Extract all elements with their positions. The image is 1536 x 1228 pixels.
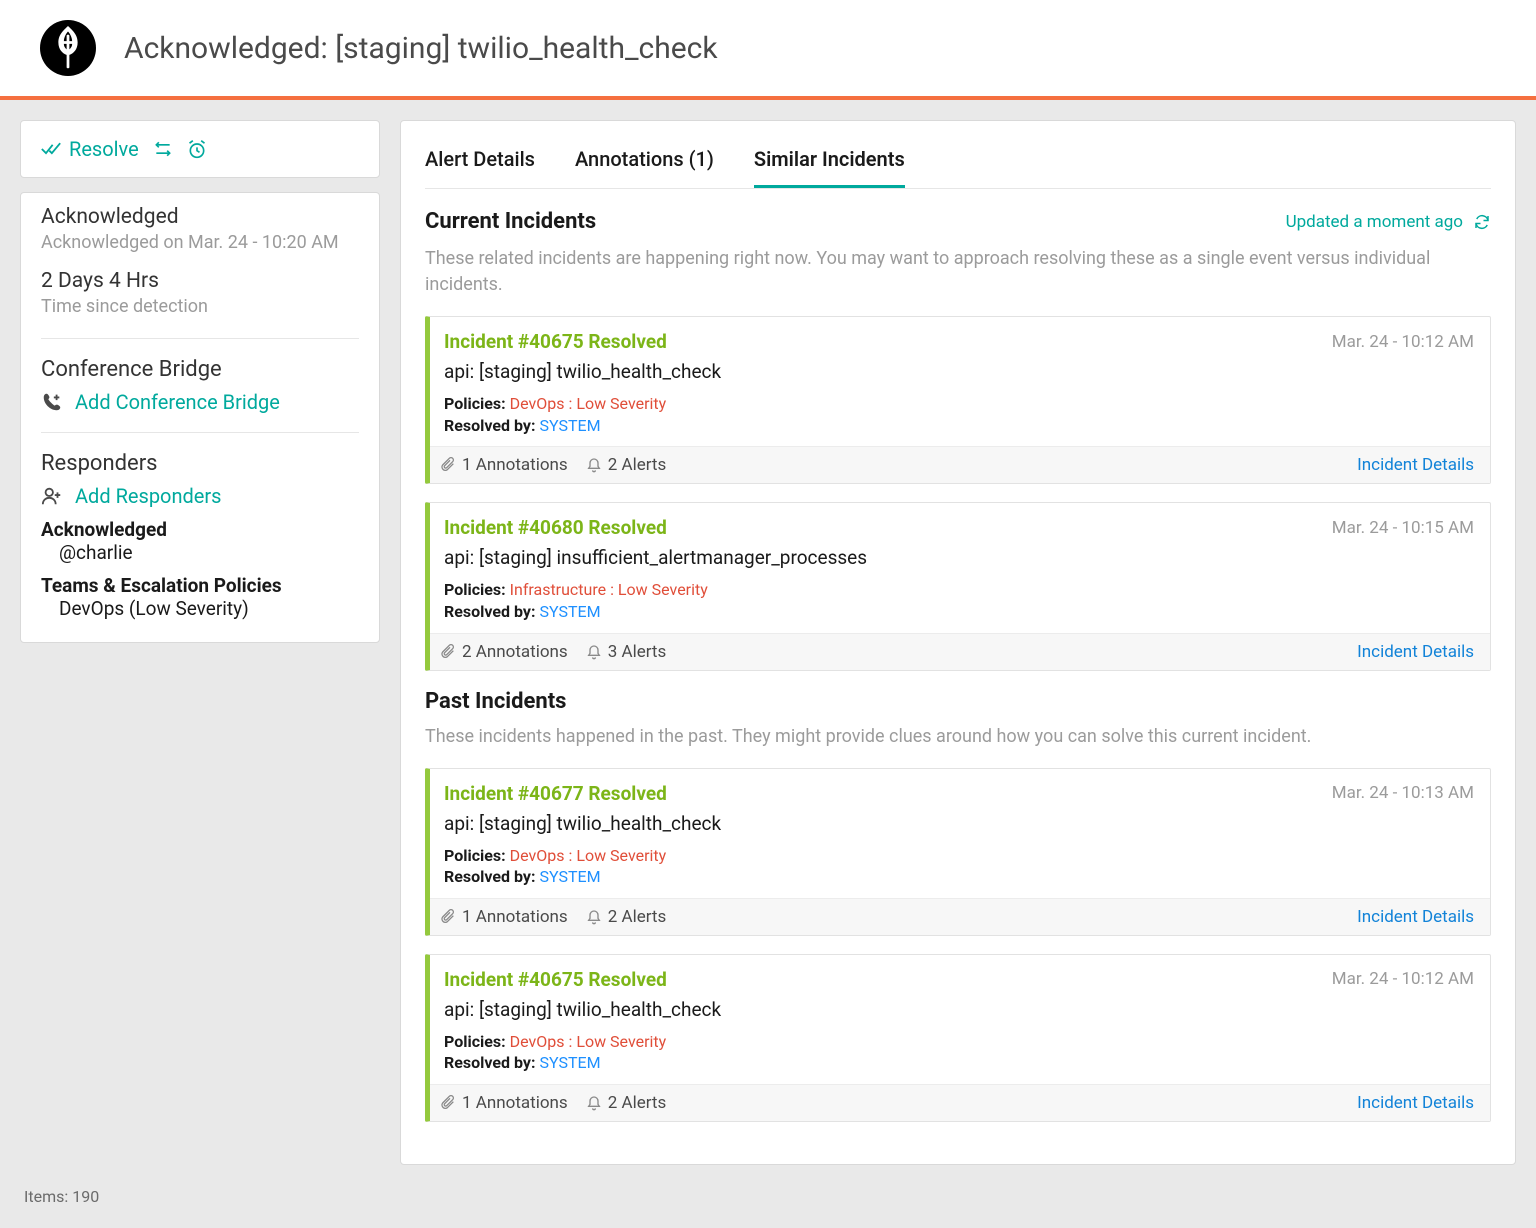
responders-heading: Responders [41, 451, 359, 476]
policies-label: Policies: [444, 580, 510, 599]
current-incidents-heading: Current Incidents [425, 209, 596, 234]
main-panel: Alert Details Annotations (1) Similar In… [400, 120, 1516, 1165]
resolved-value: SYSTEM [539, 1053, 600, 1072]
reroute-icon [153, 140, 173, 158]
snooze-button[interactable] [187, 139, 207, 159]
incident-details-link[interactable]: Incident Details [1357, 907, 1474, 927]
incident-source: api: [staging] twilio_health_check [430, 809, 1490, 845]
add-responders-button[interactable]: Add Responders [41, 484, 359, 508]
policies-value: DevOps : Low Severity [510, 846, 667, 865]
ack-subtitle: Acknowledged on Mar. 24 - 10:20 AM [41, 231, 359, 255]
policies-value: Infrastructure : Low Severity [510, 580, 708, 599]
annotations-count[interactable]: 1 Annotations [440, 1093, 568, 1113]
incident-details-link[interactable]: Incident Details [1357, 455, 1474, 475]
incident-source: api: [staging] twilio_health_check [430, 357, 1490, 393]
incident-details-link[interactable]: Incident Details [1357, 642, 1474, 662]
paperclip-icon [440, 909, 456, 925]
paperclip-icon [440, 457, 456, 473]
incident-time: Mar. 24 - 10:12 AM [1332, 332, 1474, 352]
divider [41, 432, 359, 433]
past-incidents-heading: Past Incidents [425, 689, 1491, 714]
incident-card: Incident #40680 Resolved Mar. 24 - 10:15… [425, 502, 1491, 670]
paperclip-icon [440, 1095, 456, 1111]
page-title: Acknowledged: [staging] twilio_health_ch… [124, 31, 718, 66]
phone-plus-icon [41, 391, 63, 413]
incident-time: Mar. 24 - 10:15 AM [1332, 518, 1474, 538]
bell-icon [586, 1095, 602, 1111]
resolved-label: Resolved by: [444, 867, 539, 886]
teams-value: DevOps (Low Severity) [41, 597, 359, 620]
tab-annotations[interactable]: Annotations (1) [575, 137, 714, 188]
divider [41, 338, 359, 339]
teams-label: Teams & Escalation Policies [41, 574, 359, 597]
tab-alert-details[interactable]: Alert Details [425, 137, 535, 188]
duration-title: 2 Days 4 Hrs [41, 269, 359, 293]
incident-card: Incident #40675 Resolved Mar. 24 - 10:12… [425, 954, 1491, 1122]
alerts-count[interactable]: 2 Alerts [586, 1093, 667, 1113]
incident-title[interactable]: Incident #40675 Resolved [444, 968, 667, 991]
conference-heading: Conference Bridge [41, 357, 359, 382]
alerts-count[interactable]: 2 Alerts [586, 907, 667, 927]
duration-block: 2 Days 4 Hrs Time since detection [41, 269, 359, 319]
resolve-toolbar: Resolve [20, 120, 380, 178]
ack-label: Acknowledged [41, 518, 359, 541]
incident-card: Incident #40675 Resolved Mar. 24 - 10:12… [425, 316, 1491, 484]
page-header: Acknowledged: [staging] twilio_health_ch… [0, 0, 1536, 100]
incident-title[interactable]: Incident #40675 Resolved [444, 330, 667, 353]
paperclip-icon [440, 644, 456, 660]
current-incidents-desc: These related incidents are happening ri… [425, 246, 1491, 298]
incident-time: Mar. 24 - 10:12 AM [1332, 969, 1474, 989]
resolved-value: SYSTEM [539, 416, 600, 435]
incident-source: api: [staging] insufficient_alertmanager… [430, 543, 1490, 579]
policies-label: Policies: [444, 394, 510, 413]
alerts-count[interactable]: 2 Alerts [586, 455, 667, 475]
past-incidents-desc: These incidents happened in the past. Th… [425, 724, 1491, 750]
ack-user: @charlie [41, 541, 359, 564]
policies-value: DevOps : Low Severity [510, 1032, 667, 1051]
annotations-count[interactable]: 1 Annotations [440, 907, 568, 927]
resolved-label: Resolved by: [444, 602, 539, 621]
bell-icon [586, 909, 602, 925]
incident-details-link[interactable]: Incident Details [1357, 1093, 1474, 1113]
resolved-value: SYSTEM [539, 867, 600, 886]
resolve-button[interactable]: Resolve [41, 137, 139, 161]
resolved-value: SYSTEM [539, 602, 600, 621]
ack-title: Acknowledged [41, 205, 359, 229]
refresh-button[interactable]: Updated a moment ago [1286, 212, 1491, 232]
refresh-icon [1473, 213, 1491, 231]
incident-time: Mar. 24 - 10:13 AM [1332, 783, 1474, 803]
tab-bar: Alert Details Annotations (1) Similar In… [425, 137, 1491, 189]
policies-label: Policies: [444, 1032, 510, 1051]
resolved-label: Resolved by: [444, 1053, 539, 1072]
org-logo [40, 20, 96, 76]
alerts-count[interactable]: 3 Alerts [586, 642, 667, 662]
ack-block: Acknowledged Acknowledged on Mar. 24 - 1… [41, 205, 359, 255]
user-plus-icon [41, 485, 63, 507]
annotations-count[interactable]: 2 Annotations [440, 642, 568, 662]
incident-card: Incident #40677 Resolved Mar. 24 - 10:13… [425, 768, 1491, 936]
add-conference-button[interactable]: Add Conference Bridge [41, 390, 359, 414]
incident-source: api: [staging] twilio_health_check [430, 995, 1490, 1031]
leaf-icon [51, 26, 85, 70]
incident-title[interactable]: Incident #40680 Resolved [444, 516, 667, 539]
tab-similar-incidents[interactable]: Similar Incidents [754, 137, 905, 188]
alarm-clock-icon [187, 139, 207, 159]
double-check-icon [41, 141, 61, 157]
bell-icon [586, 644, 602, 660]
policies-label: Policies: [444, 846, 510, 865]
annotations-count[interactable]: 1 Annotations [440, 455, 568, 475]
duration-subtitle: Time since detection [41, 295, 359, 319]
items-count: Items: 190 [0, 1185, 1536, 1206]
incident-title[interactable]: Incident #40677 Resolved [444, 782, 667, 805]
policies-value: DevOps : Low Severity [510, 394, 667, 413]
bell-icon [586, 457, 602, 473]
resolved-label: Resolved by: [444, 416, 539, 435]
reroute-button[interactable] [153, 140, 173, 158]
